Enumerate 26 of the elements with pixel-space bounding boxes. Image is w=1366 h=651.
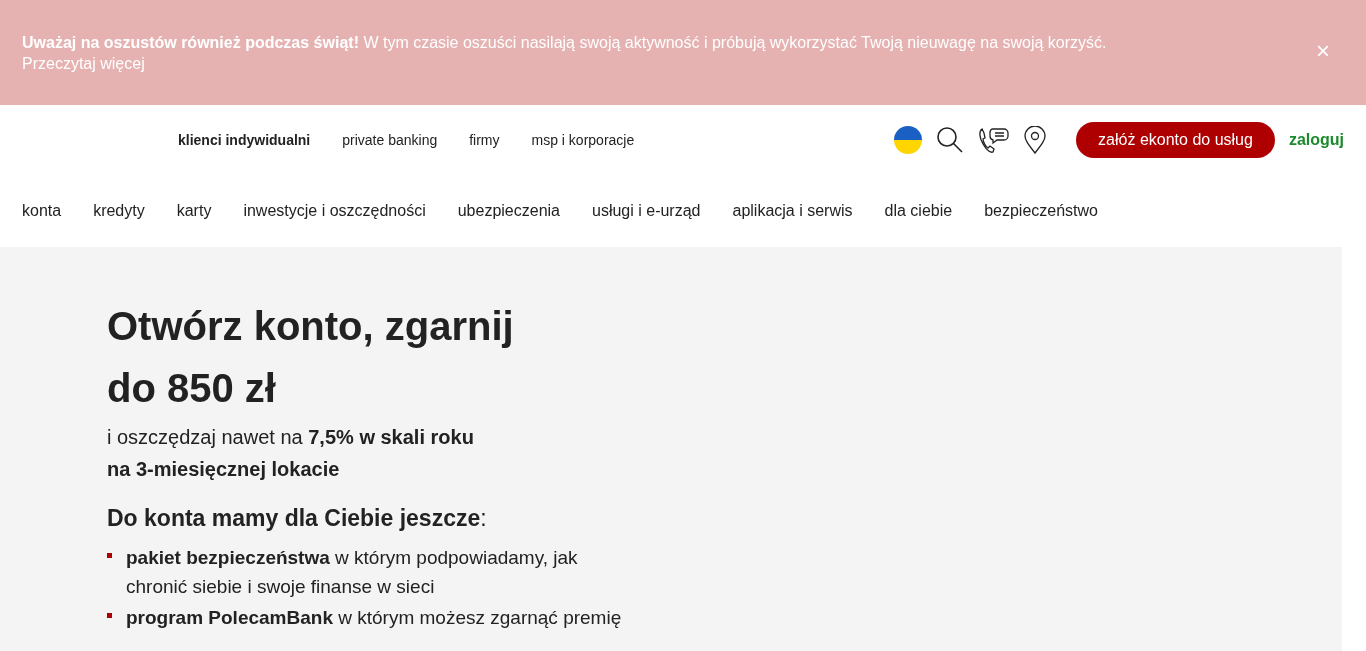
login-link[interactable]: zaloguj — [1288, 131, 1344, 149]
bullet-text: program PolecamBank w którym możesz zgarnąć premię — [126, 606, 622, 630]
menu-item[interactable]: bezpieczeństwo — [984, 202, 1098, 220]
menu-item[interactable]: karty — [176, 202, 212, 220]
phone-chat-icon[interactable] — [978, 126, 1011, 154]
menu-item[interactable]: konta — [22, 202, 62, 220]
menu-item[interactable]: kredyty — [93, 202, 145, 220]
menu-item[interactable]: usługi i e-urząd — [592, 202, 701, 220]
location-pin-icon[interactable] — [1024, 126, 1047, 154]
hero-subtitle: i oszczędzaj nawet na 7,5% w skali roku na 3-miesięcznej lokacie — [107, 425, 475, 482]
hero-title: Otwórz konto, zgarnij do 850 zł — [107, 303, 515, 412]
menu-item[interactable]: aplikacja i serwis — [732, 202, 853, 220]
extras-heading: Do konta mamy dla Ciebie jeszcze: — [107, 504, 488, 533]
menu-item[interactable]: dla ciebie — [884, 202, 953, 220]
alert-text: Uważaj na oszustów również podczas świąt! W tym czasie oszuści nasilają swoją aktywność i próbują wykorzystać Twoją nieuwagę na swoją korzyść. Przeczytaj więcej — [22, 33, 1108, 74]
segment-link[interactable]: msp i korporacje — [531, 132, 635, 148]
segment-link[interactable]: firmy — [469, 132, 500, 148]
search-icon[interactable] — [936, 126, 965, 154]
menu-item[interactable]: ubezpieczenia — [457, 202, 560, 220]
bullet-icon — [107, 613, 112, 618]
open-account-button[interactable]: załóż ekonto do usług — [1076, 122, 1275, 158]
segment-link[interactable]: private banking — [342, 132, 438, 148]
bullet-icon — [107, 553, 112, 558]
menu-item[interactable]: inwestycje i oszczędności — [243, 202, 426, 220]
segment-link[interactable]: klienci indywidualni — [178, 132, 311, 148]
flag-icon[interactable] — [894, 126, 923, 154]
